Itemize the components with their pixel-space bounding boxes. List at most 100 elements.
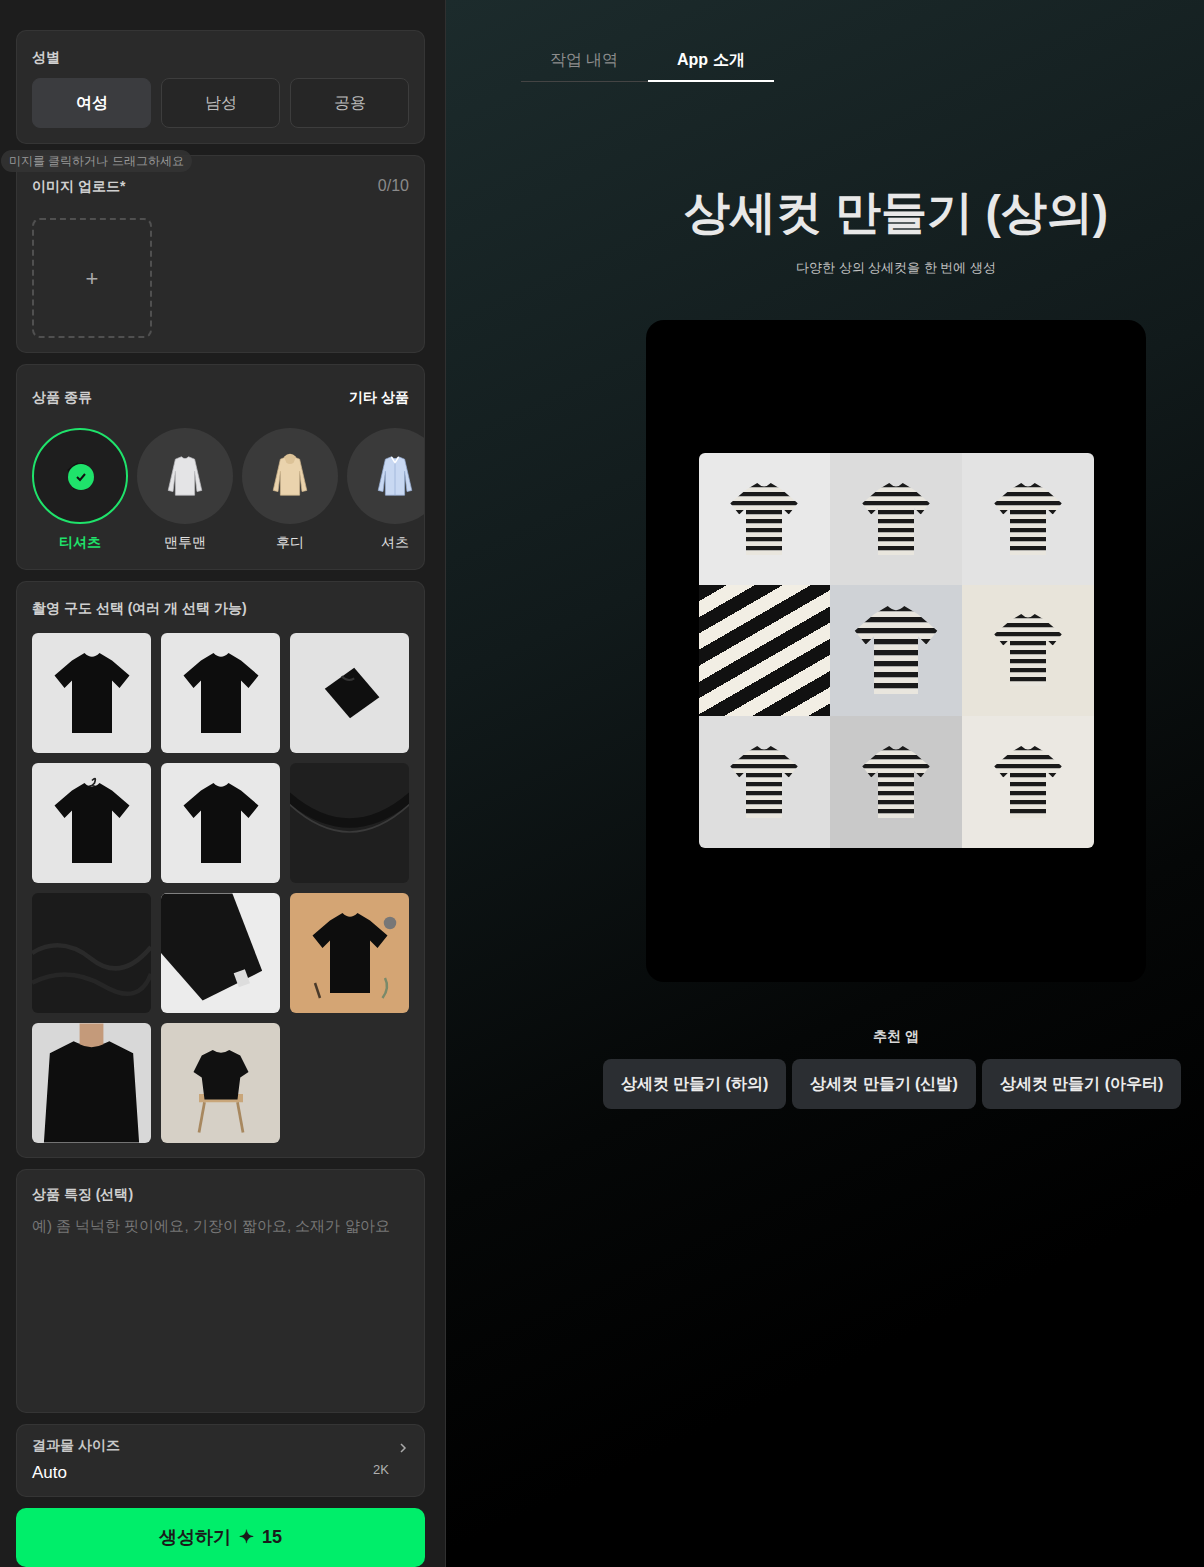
size-value: Auto — [32, 1460, 120, 1486]
product-type-item[interactable]: 티셔츠 — [32, 428, 128, 553]
size-info: 결과물 사이즈 Auto — [32, 1435, 120, 1486]
upload-header: 이미지 업로드* 0/10 — [32, 174, 409, 198]
size-label: 결과물 사이즈 — [32, 1435, 120, 1456]
sparkle-icon: ✦ — [239, 1524, 254, 1551]
sidebar: 성별여성남성공용이미지 업로드* 0/10 미지를 클릭하거나 드래그하세요 + 상품 … — [0, 0, 446, 1567]
product-type-circle[interactable] — [347, 428, 425, 524]
hanger-shirt-icon — [42, 773, 142, 873]
other-products-button[interactable]: 기타 상품 — [349, 387, 409, 408]
section-label: 상품 특징 (선택) — [32, 1184, 409, 1205]
striped-shirt-icon — [851, 737, 941, 827]
size-resolution: 2K — [373, 1460, 389, 1480]
striped-shirt-icon — [841, 595, 951, 705]
gender-card: 성별여성남성공용 — [16, 30, 425, 144]
recommended-app-button[interactable]: 상세컷 만들기 (아우터) — [982, 1059, 1182, 1109]
generate-cost: 15 — [262, 1524, 282, 1551]
product-type-card: 상품 종류 기타 상품티셔츠 맨투맨 후디 셔츠 — [16, 364, 425, 570]
preview-collage — [699, 453, 1094, 848]
composition-tile[interactable] — [290, 763, 409, 883]
composition-tile[interactable] — [32, 1023, 151, 1143]
product-type-item[interactable]: 셔츠 — [347, 428, 425, 553]
flat-shirt-icon — [171, 773, 271, 873]
section-label: 상품 종류 — [32, 387, 92, 408]
styled-shirt-icon — [300, 903, 400, 1003]
sweatshirt-icon — [161, 452, 209, 500]
product-type-circle[interactable] — [32, 428, 128, 524]
shirt-icon — [371, 452, 419, 500]
composition-tile[interactable] — [161, 633, 280, 753]
composition-card: 촬영 구도 선택 (여러 개 선택 가능) — [16, 581, 425, 1158]
back-shirt-icon — [171, 643, 271, 743]
gender-option[interactable]: 남성 — [161, 78, 280, 128]
collar-detail-icon — [290, 763, 409, 883]
composition-tile[interactable] — [161, 763, 280, 883]
front-shirt-icon — [42, 643, 142, 743]
chevron-right-icon — [397, 1442, 409, 1454]
upload-card: 이미지 업로드*0/10미지를 클릭하거나 드래그하세요+ — [16, 155, 425, 353]
preview-tile — [830, 453, 962, 585]
hoodie-icon — [266, 452, 314, 500]
recommended-label: 추천 앱 — [873, 1026, 919, 1047]
preview-tile — [962, 716, 1094, 848]
striped-shirt-icon — [983, 605, 1073, 695]
gender-options: 여성남성공용 — [32, 78, 409, 128]
product-type-label: 후디 — [276, 532, 304, 553]
upload-count: 0/10 — [378, 174, 409, 198]
fabric-detail-icon — [32, 893, 151, 1013]
product-type-list: 티셔츠 맨투맨 후디 셔츠 — [32, 428, 425, 553]
preview-tile — [699, 585, 831, 717]
recommended-app-button[interactable]: 상세컷 만들기 (신발) — [792, 1059, 976, 1109]
preview-tile — [830, 585, 962, 717]
app-subtitle: 다양한 상의 상세컷을 한 번에 생성 — [796, 258, 996, 278]
upload-tooltip: 미지를 클릭하거나 드래그하세요 — [1, 150, 192, 172]
composition-tile[interactable] — [32, 763, 151, 883]
features-card: 상품 특징 (선택) — [16, 1169, 425, 1413]
add-icon: + — [86, 262, 99, 295]
composition-tile[interactable] — [161, 1023, 280, 1143]
sleeve-detail-icon — [161, 893, 280, 1013]
striped-shirt-icon — [719, 737, 809, 827]
chair-shirt-icon — [166, 1028, 276, 1138]
product-type-label: 셔츠 — [381, 532, 409, 553]
preview-tile — [699, 453, 831, 585]
gender-option[interactable]: 공용 — [290, 78, 409, 128]
striped-shirt-icon — [983, 474, 1073, 564]
product-type-header: 상품 종류 기타 상품 — [32, 387, 409, 408]
size-right: 2K — [373, 1442, 409, 1480]
preview-tile — [962, 585, 1094, 717]
composition-tile[interactable] — [32, 633, 151, 753]
size-card[interactable]: 결과물 사이즈 Auto 2K — [16, 1424, 425, 1497]
product-type-item[interactable]: 맨투맨 — [137, 428, 233, 553]
composition-tile[interactable] — [32, 893, 151, 1013]
section-label: 성별 — [32, 47, 409, 68]
upload-dropzone[interactable]: + — [32, 218, 152, 338]
intro-column: 상세컷 만들기 (상의) 다양한 상의 상세컷을 한 번에 생성추천 앱상세컷 만… — [446, 82, 1204, 1109]
generate-button[interactable]: 생성하기 ✦ 15 — [16, 1508, 425, 1567]
model-shirt-icon — [32, 1023, 151, 1143]
main-panel: 작업 내역App 소개상세컷 만들기 (상의) 다양한 상의 상세컷을 한 번에 … — [446, 0, 1204, 1567]
product-type-item[interactable]: 후디 — [242, 428, 338, 553]
section-label: 이미지 업로드* — [32, 176, 125, 197]
product-type-circle[interactable] — [242, 428, 338, 524]
preview-card — [646, 320, 1146, 982]
gender-option[interactable]: 여성 — [32, 78, 151, 128]
composition-tile[interactable] — [161, 893, 280, 1013]
check-icon — [74, 470, 88, 484]
features-input[interactable] — [32, 1215, 409, 1393]
section-label: 촬영 구도 선택 (여러 개 선택 가능) — [32, 598, 409, 619]
preview-tile — [830, 716, 962, 848]
recommended-app-button[interactable]: 상세컷 만들기 (하의) — [603, 1059, 787, 1109]
preview-tile — [962, 453, 1094, 585]
composition-tile[interactable] — [290, 893, 409, 1013]
composition-tile[interactable] — [290, 633, 409, 753]
product-type-label: 맨투맨 — [164, 532, 206, 553]
preview-tile — [699, 716, 831, 848]
tab[interactable]: 작업 내역 — [521, 40, 648, 82]
product-type-circle[interactable] — [137, 428, 233, 524]
folded-shirt-icon — [308, 651, 392, 735]
app-title: 상세컷 만들기 (상의) — [684, 184, 1108, 240]
check-badge — [68, 464, 94, 490]
tab[interactable]: App 소개 — [648, 40, 775, 82]
product-type-label: 티셔츠 — [59, 532, 101, 553]
generate-label: 생성하기 — [159, 1524, 231, 1551]
